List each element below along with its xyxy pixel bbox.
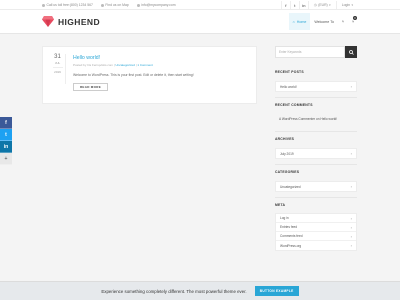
comment-author[interactable]: A WordPress Commenter <box>279 117 315 121</box>
meta-title: META <box>275 203 286 207</box>
phone-icon <box>42 3 45 7</box>
post-month: JUL <box>54 61 61 65</box>
currency-selector[interactable]: ◷ (EUR) ▾ <box>307 1 336 9</box>
post-title[interactable]: Hello world! <box>73 55 100 61</box>
category-label: Uncategorized <box>280 184 301 189</box>
post-category[interactable]: Uncategorized <box>115 63 134 67</box>
email-text[interactable]: info@mycompany.com <box>141 3 175 7</box>
archives-list: July 2019 › <box>275 148 357 159</box>
twitter-share-icon[interactable]: t <box>0 129 12 141</box>
date-divider <box>52 67 63 68</box>
logo-text: HIGHEND <box>58 16 100 27</box>
read-more-button[interactable]: READ MORE <box>73 83 108 91</box>
linkedin-share-icon[interactable]: in <box>0 141 12 153</box>
nav-label-home: Home <box>296 19 307 24</box>
banner-text: Experience something completely differen… <box>101 288 247 294</box>
login-label: Login <box>341 3 350 7</box>
nav-label-welcome: Welcome To <box>314 19 334 24</box>
archive-item[interactable]: July 2019 › <box>276 149 356 158</box>
top-bar-contact: Call us toll free:(800) 1234 567 Find us… <box>42 3 176 7</box>
social-share-bar: f t in + <box>0 117 12 165</box>
chevron-right-icon: › <box>350 184 352 189</box>
recent-posts-title: RECENT POSTS <box>275 70 304 74</box>
top-bar: Call us toll free:(800) 1234 567 Find us… <box>0 0 400 10</box>
login-link[interactable]: Login ▾ <box>335 1 358 9</box>
location-item[interactable]: Find us on Map <box>100 3 129 7</box>
chevron-right-icon: › <box>350 215 352 221</box>
post-comments[interactable]: 1 Comment <box>137 63 153 67</box>
meta-item-entries-feed[interactable]: Entries feed › <box>276 223 356 232</box>
chevron-right-icon: › <box>350 224 352 230</box>
location-text[interactable]: Find us on Map <box>105 3 128 7</box>
cart-count-badge: 0 <box>353 16 357 20</box>
map-pin-icon <box>100 3 104 7</box>
banner-button[interactable]: BUTTON EXAMPLE <box>254 286 299 296</box>
more-share-icon[interactable]: + <box>0 153 12 165</box>
ruby-logo-icon <box>42 16 54 27</box>
post-date: 31 JUL 2019 <box>50 54 66 84</box>
divider <box>275 164 357 165</box>
categories-title: CATEGORIES <box>275 170 300 174</box>
recent-comments-title: RECENT COMMENTS <box>275 103 313 107</box>
search-icon <box>348 49 354 55</box>
chevron-down-icon: ▾ <box>329 3 331 7</box>
phone-item: Call us toll free:(800) 1234 567 <box>42 3 93 7</box>
email-item[interactable]: info@mycompany.com <box>136 3 176 7</box>
meta-list: Log in › Entries feed › Comments feed › … <box>275 213 357 251</box>
categories-list: Uncategorized › <box>275 181 357 192</box>
category-item[interactable]: Uncategorized › <box>276 182 356 191</box>
comment-post[interactable]: Hello world! <box>320 117 337 121</box>
envelope-icon <box>136 3 140 7</box>
currency-icon: ◷ <box>313 3 317 7</box>
recent-post-label: Hello world! <box>280 84 297 89</box>
meta-label: Log in <box>280 216 289 220</box>
meta-item-comments-feed[interactable]: Comments feed › <box>276 232 356 241</box>
meta-label: WordPress.org <box>280 243 302 248</box>
top-bar-right: f t in ◷ (EUR) ▾ Login ▾ <box>280 1 358 9</box>
archives-title: ARCHIVES <box>275 137 295 141</box>
chevron-right-icon: › <box>350 84 352 89</box>
phone-text: Call us toll free:(800) 1234 567 <box>46 3 93 7</box>
site-header: HIGHEND ⌂ Home Welcome To 0 <box>0 10 400 34</box>
post-author[interactable]: Posted by Iris Fernqvistis.com <box>73 63 113 67</box>
search-input[interactable]: Enter Keywords <box>275 46 345 58</box>
divider <box>275 131 357 132</box>
currency-label: (EUR) <box>318 3 328 7</box>
meta-label: Entries feed <box>280 225 298 229</box>
post-day: 31 <box>54 54 61 60</box>
post-year: 2019 <box>54 70 61 74</box>
twitter-icon[interactable]: t <box>289 1 299 9</box>
facebook-share-icon[interactable]: f <box>0 117 12 129</box>
post-card: 31 JUL 2019 Hello world! Posted by Iris … <box>42 46 257 104</box>
nav-item-welcome[interactable]: Welcome To <box>310 10 338 33</box>
search-widget: Enter Keywords <box>275 46 357 58</box>
post-excerpt: Welcome to WordPress. This is your first… <box>73 73 194 77</box>
chevron-right-icon: › <box>350 151 352 156</box>
archive-label: July 2019 <box>280 151 294 156</box>
comment-on: on <box>315 117 320 121</box>
promo-banner: Experience something completely differen… <box>0 281 400 300</box>
site-logo[interactable]: HIGHEND <box>42 16 100 27</box>
cart-icon[interactable]: 0 <box>348 10 358 33</box>
meta-item-login[interactable]: Log in › <box>276 214 356 223</box>
recent-comments-list: A WordPress Commenter on Hello world! <box>275 114 357 124</box>
nav-item-home[interactable]: ⌂ Home <box>288 13 311 30</box>
chevron-down-icon: ▾ <box>351 3 353 7</box>
post-meta: Posted by Iris Fernqvistis.com | Uncateg… <box>73 63 153 67</box>
recent-comment-item: A WordPress Commenter on Hello world! <box>275 114 357 124</box>
meta-item-wordpress[interactable]: WordPress.org › <box>276 241 356 250</box>
meta-label: Comments feed <box>280 234 303 238</box>
linkedin-icon[interactable]: in <box>298 1 308 9</box>
divider <box>275 197 357 198</box>
divider <box>275 97 357 98</box>
main-nav: ⌂ Home Welcome To 0 <box>288 10 358 33</box>
search-icon[interactable] <box>338 10 348 33</box>
home-icon: ⌂ <box>292 19 295 24</box>
recent-posts-list: Hello world! › <box>275 81 357 92</box>
recent-post-item[interactable]: Hello world! › <box>276 82 356 91</box>
search-button[interactable] <box>345 46 357 58</box>
facebook-icon[interactable]: f <box>280 1 290 9</box>
chevron-right-icon: › <box>350 243 352 248</box>
chevron-right-icon: › <box>350 233 352 239</box>
